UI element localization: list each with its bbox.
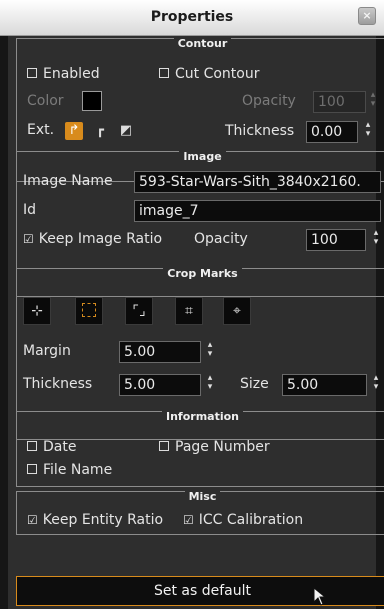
crop-marks-legend: Crop Marks [163,267,242,280]
cut-contour-label: Cut Contour [175,66,260,82]
misc-group: Misc ☑ Keep Entity Ratio ☑ ICC Calibration [16,490,384,535]
contour-thickness-stepper[interactable]: ▴ ▾ [364,121,372,141]
mouse-pointer-icon [313,587,327,606]
thickness-label: Thickness [225,123,295,139]
check-icon: ☑ [27,513,38,527]
page-number-label: Page Number [175,439,270,455]
size-input[interactable]: 5.00 [282,374,367,396]
margin-input[interactable]: 5.00 [119,341,201,363]
image-opacity-stepper[interactable]: ▴ ▾ [372,229,380,249]
window-title: Properties [150,9,234,25]
information-legend: Information [162,410,243,423]
checkbox-box [159,68,169,78]
information-group: Information Date Page Number File Name [16,410,384,487]
icc-calibration-label: ICC Calibration [198,512,304,528]
crop-thickness-input[interactable]: 5.00 [119,374,201,396]
image-opacity-input[interactable]: 100 [306,229,366,251]
checkbox-box [27,441,37,451]
keep-image-ratio-label: Keep Image Ratio [38,231,163,247]
contour-opacity-stepper[interactable]: ▴ ▾ [369,91,377,111]
close-icon[interactable]: × [358,7,376,25]
checkbox-box [27,68,37,78]
image-name-label: Image Name [23,173,113,189]
enabled-checkbox[interactable]: Enabled [27,66,100,82]
file-name-checkbox[interactable]: File Name [27,462,112,478]
crop-thickness-label: Thickness [23,376,93,392]
contour-thickness-input[interactable]: 0.00 [306,121,358,143]
keep-entity-ratio-label: Keep Entity Ratio [42,512,164,528]
size-stepper[interactable]: ▴ ▾ [372,374,380,394]
contour-opacity-input[interactable]: 100 [313,91,366,113]
margin-label: Margin [23,343,71,359]
color-swatch[interactable] [82,91,102,111]
misc-legend: Misc [184,490,221,503]
color-label: Color [27,93,64,109]
page-number-checkbox[interactable]: Page Number [159,439,270,455]
crosshair-icon[interactable]: ⌖ [223,297,251,325]
cut-contour-checkbox[interactable]: Cut Contour [159,66,260,82]
image-id-input[interactable]: image_7 [134,200,381,222]
checkbox-box [27,464,37,474]
corner-cuts-icon[interactable]: ⌗ [175,297,203,325]
frame-outline-icon[interactable] [75,297,103,325]
contour-legend: Contour [173,37,232,50]
image-legend: Image [179,150,226,163]
date-label: Date [43,439,77,455]
ext-label: Ext. [27,122,55,138]
check-icon: ☑ [183,513,194,527]
icc-calibration-checkbox[interactable]: ☑ ICC Calibration [183,512,303,528]
title-bar[interactable]: Properties × [0,0,384,36]
keep-image-ratio-checkbox[interactable]: ☑ Keep Image Ratio [23,231,162,247]
corner-brackets-icon[interactable]: ⌜⌟ [125,297,153,325]
id-label: Id [23,202,37,218]
image-name-input[interactable]: 593-Star-Wars-Sith_3840x2160. [134,171,381,193]
file-name-label: File Name [43,462,113,478]
checkbox-box [159,441,169,451]
corner-out-icon[interactable]: ◩ [117,122,135,140]
size-label: Size [240,376,269,392]
corner-in-icon[interactable]: ┏ [91,122,109,140]
keep-entity-ratio-checkbox[interactable]: ☑ Keep Entity Ratio [27,512,163,528]
opacity-label: Opacity [242,93,296,109]
enabled-label: Enabled [43,66,100,82]
margin-stepper[interactable]: ▴ ▾ [206,341,214,361]
properties-panel: Contour Enabled Cut Contour Color Opacit… [0,36,384,609]
image-opacity-label: Opacity [194,231,248,247]
date-checkbox[interactable]: Date [27,439,76,455]
crop-marks-inner-icon[interactable]: ⊹ [23,297,51,325]
extend-corner-icon[interactable]: ↱ [65,122,83,140]
check-icon: ☑ [23,232,34,246]
crop-thickness-stepper[interactable]: ▴ ▾ [206,374,214,394]
